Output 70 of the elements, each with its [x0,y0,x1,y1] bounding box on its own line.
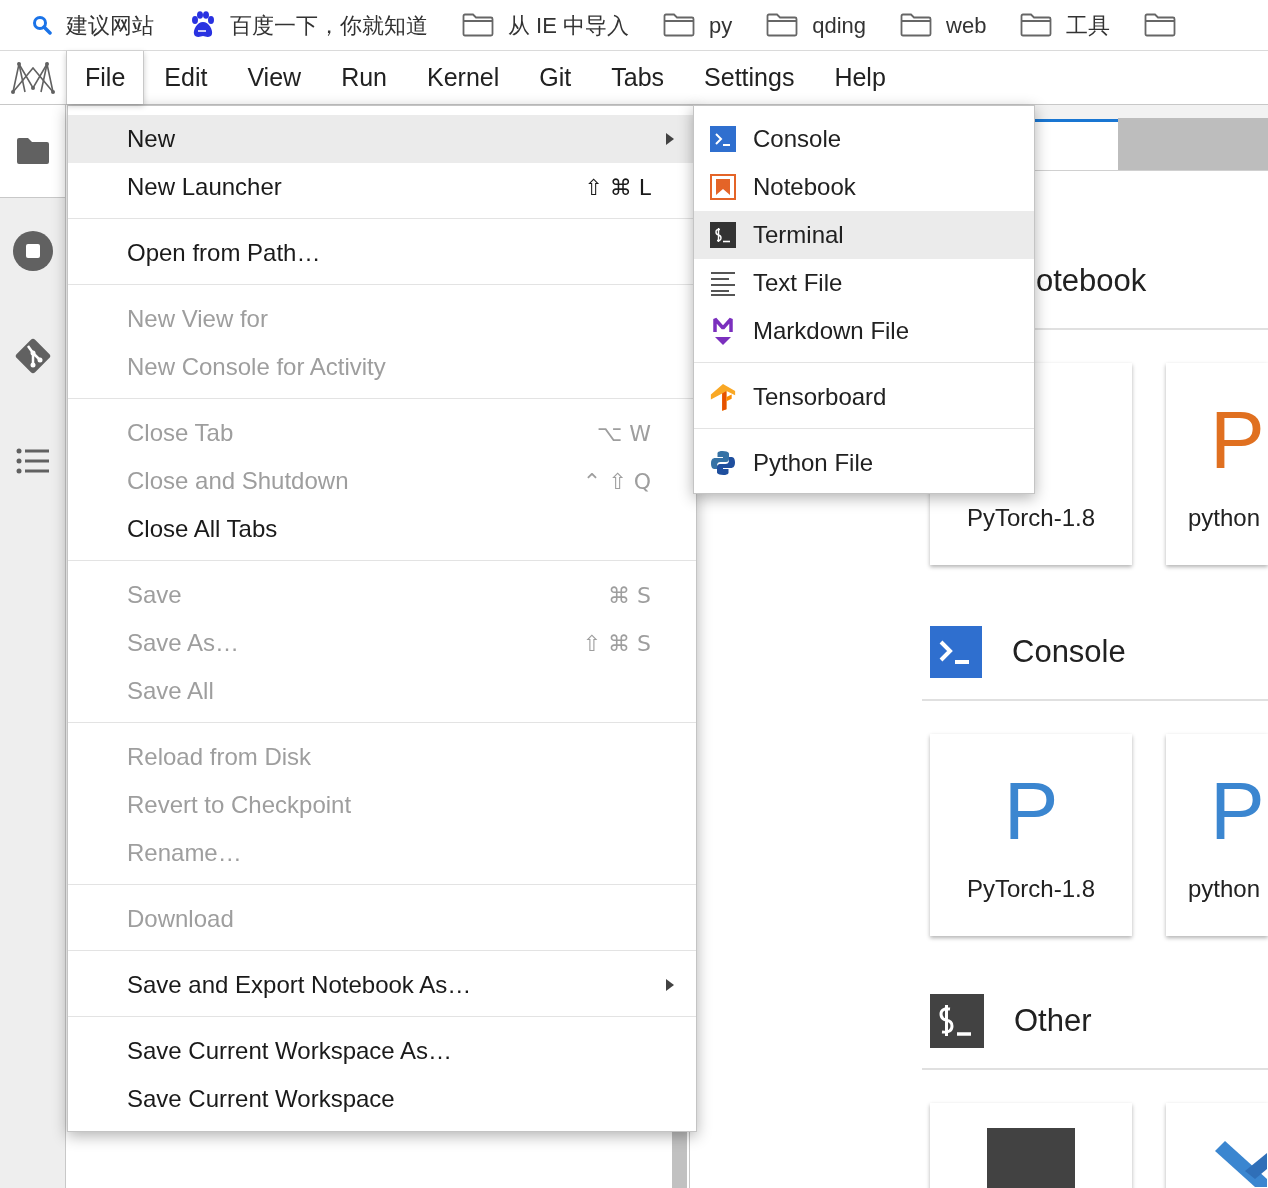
bookmark-link[interactable]: web [946,8,987,42]
menu-item[interactable]: View [227,51,322,104]
launcher-card[interactable]: P python [1166,363,1268,565]
cross-icon [1215,1141,1267,1187]
menu-item[interactable]: Notebook [694,163,1034,211]
search-icon [32,15,52,35]
bookmark-link[interactable]: qding [812,8,867,42]
kernel-logo: P [1210,770,1265,852]
section-heading: otebook [1036,261,1147,300]
kernel-logo: P [1210,399,1265,481]
folder-icon [766,13,799,37]
shortcut-label: ⇧ ⌘ S [582,629,651,658]
sidebar-tab[interactable] [0,105,65,198]
menu-item[interactable]: Close All Tabs [68,505,696,553]
menu-item[interactable]: Save Current Workspace As… [68,1027,696,1075]
shortcut-label: ⌥ W [596,419,651,448]
menu-item[interactable]: Terminal [694,211,1034,259]
menu-item[interactable]: Console [694,115,1034,163]
menu-item[interactable]: Open from Path… [68,229,696,277]
menu-item[interactable]: File [66,51,145,104]
menu-item[interactable]: Markdown File [694,307,1034,355]
menu-item[interactable]: Git [519,51,592,104]
text-file-icon [710,270,736,296]
folder-icon [462,13,494,37]
bookmark-link[interactable]: 工具 [1066,8,1111,42]
menu-item[interactable]: Tensorboard [694,373,1034,421]
bookmark-link[interactable]: 百度一下，你就知道 [230,8,428,42]
bookmark-link[interactable]: 建议网站 [66,8,154,42]
launcher-card[interactable]: P PyTorch-1.8 [930,734,1132,936]
menu-item[interactable]: Save Current Workspace [68,1075,696,1123]
list-icon [15,447,50,474]
section-heading: Console [1012,632,1126,671]
python-icon [710,450,736,476]
caret-icon [666,133,674,145]
notebook-icon [710,174,736,200]
folder-icon [1144,13,1177,37]
menu-item[interactable]: Settings [684,51,815,104]
folder-icon [900,13,933,37]
folder-icon [14,136,51,166]
menu-item[interactable]: New Launcher ⇧ ⌘ L [68,163,696,211]
markdown-icon [710,316,736,346]
terminal-icon [930,994,984,1048]
menu-item[interactable]: New [68,115,696,163]
folder-icon [1020,13,1053,37]
stop-icon [11,229,54,272]
menu-item[interactable]: Kernel [407,51,520,104]
menu-item[interactable]: Edit [144,51,228,104]
menu-item[interactable]: Python File [694,439,1034,487]
console-icon [930,626,982,678]
menu-item[interactable]: Help [814,51,906,104]
shortcut-label: ⌘ S [608,581,651,610]
menu-item[interactable]: Save and Export Notebook As… [68,961,696,1009]
terminal-icon [987,1128,1075,1188]
section-heading: Other [1014,1001,1092,1040]
launcher-card[interactable]: P python [1166,734,1268,936]
caret-icon [666,979,674,991]
bookmark-link[interactable]: 从 IE 中导入 [508,8,629,42]
logo-icon[interactable] [10,60,56,95]
folder-icon [663,13,695,37]
menu-item[interactable]: Tabs [591,51,685,104]
shortcut-label: ⌃ ⇧ Q [582,467,651,496]
console-icon [710,126,736,152]
tensorboard-icon [710,381,736,413]
menu-item[interactable]: Text File [694,259,1034,307]
menu-item[interactable]: Run [321,51,407,104]
terminal-icon [710,222,736,248]
kernel-logo: P [1003,770,1059,852]
shortcut-label: ⇧ ⌘ L [584,173,651,202]
bookmark-link[interactable]: py [709,8,733,42]
scrollbar[interactable] [672,1130,687,1188]
